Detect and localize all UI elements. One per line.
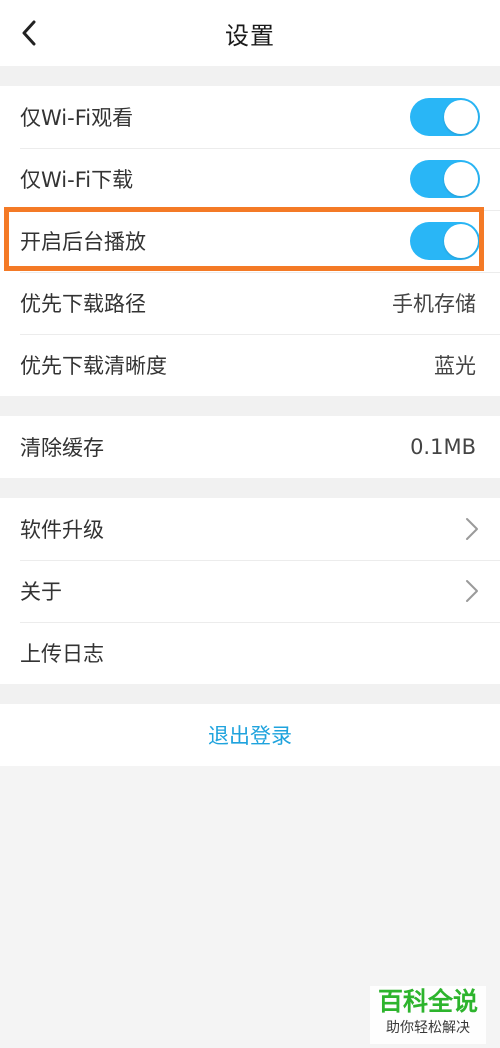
setting-label: 清除缓存	[20, 436, 104, 460]
settings-group-app: 软件升级 关于 上传日志	[0, 498, 500, 684]
background-play-toggle[interactable]	[410, 222, 480, 260]
toggle-knob	[444, 162, 478, 196]
toggle-knob	[444, 224, 478, 258]
back-button[interactable]	[14, 17, 44, 49]
section-divider	[0, 684, 500, 704]
chevron-right-icon	[466, 580, 478, 602]
setting-about[interactable]: 关于	[0, 560, 500, 622]
setting-label: 优先下载清晰度	[20, 354, 167, 378]
setting-label: 开启后台播放	[20, 230, 146, 254]
setting-upload-log[interactable]: 上传日志	[0, 622, 500, 684]
setting-label: 仅Wi-Fi观看	[20, 106, 134, 130]
settings-group-cache: 清除缓存 0.1MB	[0, 416, 500, 478]
page-title: 设置	[225, 21, 275, 50]
settings-group-playback: 仅Wi-Fi观看 仅Wi-Fi下载 开启后台播放 优先下载路径 手机存储 优先下…	[0, 86, 500, 396]
setting-value: 手机存储	[392, 292, 476, 316]
setting-value: 0.1MB	[410, 435, 476, 459]
setting-download-quality[interactable]: 优先下载清晰度 蓝光	[0, 334, 500, 396]
setting-label: 关于	[20, 580, 62, 604]
setting-upgrade[interactable]: 软件升级	[0, 498, 500, 560]
setting-download-path[interactable]: 优先下载路径 手机存储	[0, 272, 500, 334]
header-bar: 设置	[0, 0, 500, 66]
watermark-logo: 百科全说 助你轻松解决	[370, 986, 486, 1044]
setting-wifi-watch: 仅Wi-Fi观看	[0, 86, 500, 148]
chevron-right-icon	[466, 518, 478, 540]
section-divider	[0, 478, 500, 498]
setting-label: 软件升级	[20, 518, 104, 542]
watermark-title: 百科全说	[377, 987, 478, 1016]
setting-label: 优先下载路径	[20, 292, 146, 316]
wifi-download-toggle[interactable]	[410, 160, 480, 198]
setting-background-play: 开启后台播放	[0, 210, 500, 272]
logout-label: 退出登录	[208, 724, 292, 748]
chevron-left-icon	[22, 20, 36, 46]
logout-button[interactable]: 退出登录	[0, 704, 500, 766]
watermark-subtitle: 助你轻松解决	[386, 1020, 470, 1036]
setting-wifi-download: 仅Wi-Fi下载	[0, 148, 500, 210]
wifi-watch-toggle[interactable]	[410, 98, 480, 136]
section-divider	[0, 66, 500, 86]
setting-value: 蓝光	[434, 354, 476, 378]
setting-label: 仅Wi-Fi下载	[20, 168, 134, 192]
toggle-knob	[444, 100, 478, 134]
section-divider	[0, 396, 500, 416]
setting-label: 上传日志	[20, 642, 104, 666]
setting-clear-cache[interactable]: 清除缓存 0.1MB	[0, 416, 500, 478]
